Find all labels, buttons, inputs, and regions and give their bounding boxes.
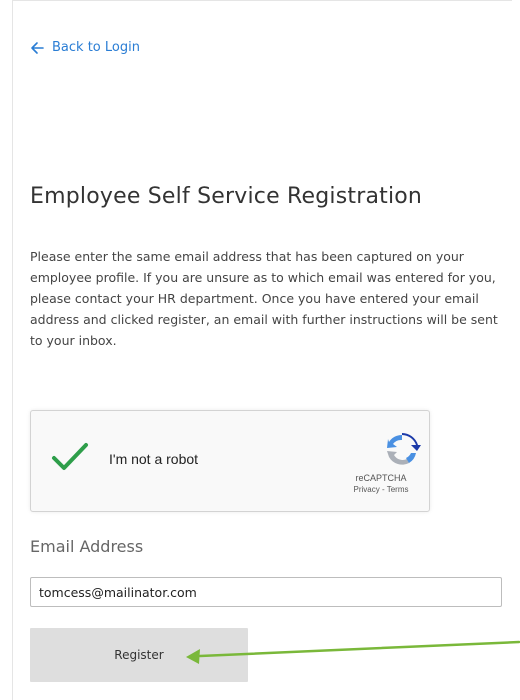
page-title: Employee Self Service Registration xyxy=(30,184,423,209)
page-description: Please enter the same email address that… xyxy=(30,249,498,348)
register-button[interactable]: Register xyxy=(30,628,248,682)
recaptcha-brand: reCAPTCHA xyxy=(355,473,407,483)
captcha-label: I'm not a robot xyxy=(109,451,199,467)
back-to-login-link[interactable]: Back to Login xyxy=(30,40,140,55)
email-field[interactable] xyxy=(30,577,502,607)
recaptcha-widget[interactable]: I'm not a robot reCAPTCHA Privacy - Term… xyxy=(30,410,430,512)
arrow-left-icon xyxy=(31,41,44,54)
back-to-login-label: Back to Login xyxy=(52,40,140,55)
checkmark-icon[interactable] xyxy=(51,441,89,473)
recaptcha-logo-icon xyxy=(387,433,421,465)
recaptcha-links[interactable]: Privacy - Terms xyxy=(341,485,421,494)
email-label: Email Address xyxy=(30,537,144,556)
